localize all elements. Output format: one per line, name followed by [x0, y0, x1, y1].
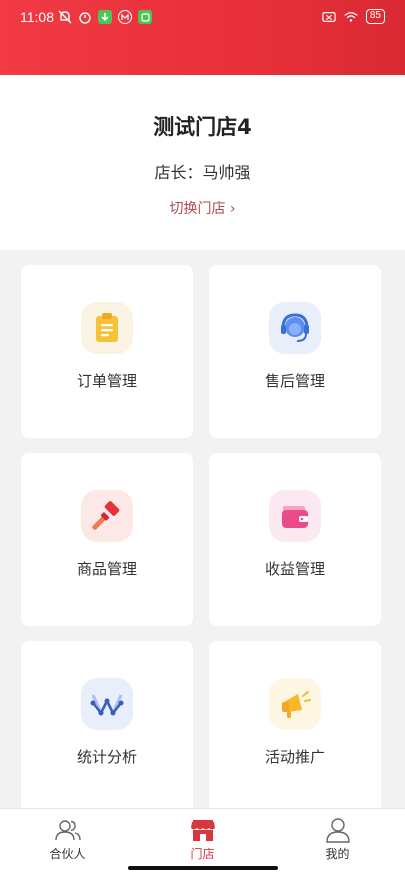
headset-icon — [269, 302, 321, 354]
alarm-icon — [78, 10, 92, 24]
status-system-icons: 85 — [322, 9, 385, 24]
mute-icon — [58, 10, 72, 24]
nav-item-mine[interactable]: 我的 — [270, 809, 405, 878]
menu-card-orders[interactable]: 订单管理 — [21, 265, 193, 438]
status-time: 11:08 — [20, 9, 54, 25]
partners-icon — [54, 817, 81, 843]
store-info-panel: 测试门店4 店长：马帅强 切换门店 › — [0, 75, 405, 250]
hammer-icon — [81, 490, 133, 542]
menu-card-after-sales[interactable]: 售后管理 — [209, 265, 381, 438]
menu-card-label: 商品管理 — [76, 560, 137, 578]
nav-item-partner[interactable]: 合伙人 — [0, 809, 135, 878]
store-name: 测试门店4 — [153, 115, 252, 139]
status-notification-icons — [58, 10, 152, 24]
menu-card-label: 活动推广 — [264, 748, 325, 766]
menu-card-label: 售后管理 — [264, 372, 325, 390]
menu-card-statistics[interactable]: 统计分析 — [21, 641, 193, 814]
status-bar: 11:08 85 — [0, 0, 405, 75]
download-icon — [98, 10, 112, 24]
chart-icon — [81, 678, 133, 730]
menu-card-label: 订单管理 — [76, 372, 137, 390]
app-notification-icon — [118, 10, 132, 24]
menu-card-promotion[interactable]: 活动推广 — [209, 641, 381, 814]
menu-card-label: 统计分析 — [76, 748, 137, 766]
wallet-icon — [269, 490, 321, 542]
switch-store-link[interactable]: 切换门店 › — [0, 198, 405, 218]
menu-card-products[interactable]: 商品管理 — [21, 453, 193, 626]
wechat-icon — [138, 10, 152, 24]
person-icon — [325, 817, 350, 843]
battery-indicator: 85 — [365, 9, 385, 24]
nav-label-partner: 合伙人 — [49, 847, 86, 861]
clipboard-icon — [81, 302, 133, 354]
menu-card-label: 收益管理 — [264, 560, 325, 578]
no-sim-icon — [322, 10, 336, 24]
wifi-icon — [344, 10, 358, 24]
store-manager: 店长：马帅强 — [154, 163, 251, 182]
menu-card-earnings[interactable]: 收益管理 — [209, 453, 381, 626]
nav-label-mine: 我的 — [325, 847, 350, 861]
storefront-icon — [190, 817, 216, 843]
megaphone-icon — [269, 678, 321, 730]
nav-label-store: 门店 — [190, 847, 215, 861]
home-indicator[interactable] — [128, 866, 278, 870]
